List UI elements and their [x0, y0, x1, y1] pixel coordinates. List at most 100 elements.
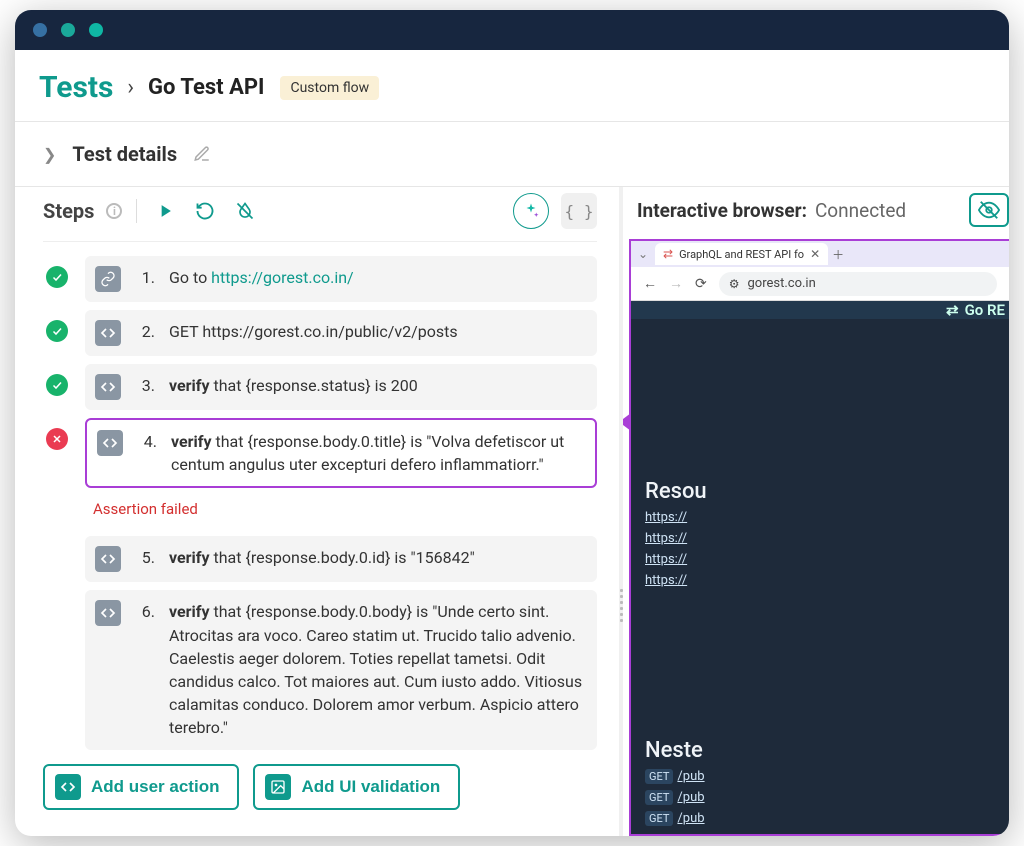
step-actions: Add user action Add UI validation [43, 750, 597, 810]
status-success-icon [46, 374, 68, 396]
status-fail-icon [46, 428, 68, 450]
browser-panel-header: Interactive browser: Connected [629, 187, 1009, 239]
browser-tab[interactable]: ⇄ GraphQL and REST API fo ✕ [655, 243, 828, 265]
droplet-off-icon[interactable] [231, 197, 259, 225]
step-text: Go to https://gorest.co.in/ [169, 266, 583, 289]
site-content: ⇄ Go RE Resou https:// https:// https://… [631, 301, 1009, 834]
resource-link[interactable]: https:// [645, 573, 1009, 588]
image-icon [265, 774, 291, 800]
step-number: 6. [135, 600, 155, 623]
back-icon[interactable]: ← [643, 275, 657, 292]
code-icon [95, 600, 121, 626]
titlebar [15, 10, 1009, 50]
step-number: 5. [135, 546, 155, 569]
button-label: Add user action [91, 777, 219, 797]
chevron-right-icon: ❯ [43, 145, 56, 164]
add-user-action-button[interactable]: Add user action [43, 764, 239, 810]
step-text: verify that {response.body.0.title} is "… [171, 430, 581, 476]
step-text: verify that {response.status} is 200 [169, 374, 583, 397]
favicon-icon: ⇄ [663, 247, 673, 261]
steps-toolbar: Steps i { } [43, 187, 597, 242]
browser-panel-label: Interactive browser: [637, 199, 807, 222]
endpoint-row: GET/pub [645, 811, 1009, 826]
code-icon [95, 320, 121, 346]
step-text: verify that {response.body.0.body} is "U… [169, 600, 583, 739]
step-card[interactable]: 5. verify that {response.body.0.id} is "… [85, 536, 597, 582]
tab-title: GraphQL and REST API fo [679, 248, 804, 261]
step-card[interactable]: 1. Go to https://gorest.co.in/ [85, 256, 597, 302]
site-navbar: ⇄ Go RE [631, 301, 1009, 319]
nested-heading: Neste [645, 738, 1009, 763]
code-braces-button[interactable]: { } [561, 193, 597, 229]
step-number: 1. [135, 266, 155, 289]
step-row: 4. verify that {response.body.0.title} i… [43, 418, 597, 488]
pencil-icon[interactable] [193, 145, 211, 163]
resource-link[interactable]: https:// [645, 552, 1009, 567]
browser-status: Connected [815, 199, 906, 222]
close-tab-icon[interactable]: ✕ [810, 247, 820, 261]
flow-badge: Custom flow [280, 76, 379, 100]
status-success-icon [46, 320, 68, 342]
step-row: 1. Go to https://gorest.co.in/ [43, 256, 597, 302]
ai-sparkle-button[interactable] [513, 193, 549, 229]
visibility-toggle-button[interactable] [969, 193, 1009, 227]
url-link[interactable]: https://gorest.co.in/ [211, 268, 353, 287]
resource-link[interactable]: https:// [645, 531, 1009, 546]
code-icon [55, 774, 81, 800]
site-settings-icon[interactable]: ⚙ [729, 277, 740, 291]
resource-link[interactable]: https:// [645, 510, 1009, 525]
steps-list: 1. Go to https://gorest.co.in/ [43, 242, 597, 750]
step-card[interactable]: 3. verify that {response.status} is 200 [85, 364, 597, 410]
endpoint-row: GET/pub [645, 769, 1009, 784]
browser-tabstrip: ⌄ ⇄ GraphQL and REST API fo ✕ ＋ [631, 241, 1009, 267]
app-window: Tests › Go Test API Custom flow ❯ Test d… [15, 10, 1009, 836]
address-text: gorest.co.in [748, 276, 816, 291]
link-icon [95, 266, 121, 292]
embedded-browser: ⌄ ⇄ GraphQL and REST API fo ✕ ＋ ← → ⟳ ⚙ … [629, 239, 1009, 836]
new-tab-button[interactable]: ＋ [828, 246, 848, 263]
step-row: 3. verify that {response.status} is 200 [43, 364, 597, 410]
button-label: Add UI validation [301, 777, 440, 797]
window-dot-1[interactable] [33, 23, 47, 37]
chevron-right-icon: › [127, 75, 134, 100]
step-card[interactable]: 2. GET https://gorest.co.in/public/v2/po… [85, 310, 597, 356]
add-ui-validation-button[interactable]: Add UI validation [253, 764, 460, 810]
restart-button[interactable] [191, 197, 219, 225]
info-icon[interactable]: i [106, 203, 122, 219]
site-brand: Go RE [965, 301, 1005, 319]
assertion-failed-label: Assertion failed [93, 496, 597, 528]
code-icon [95, 374, 121, 400]
test-details-header[interactable]: ❯ Test details [15, 122, 1009, 186]
swap-icon: ⇄ [946, 301, 959, 319]
play-button[interactable] [151, 197, 179, 225]
status-success-icon [46, 266, 68, 288]
breadcrumb-root[interactable]: Tests [39, 70, 113, 105]
forward-icon[interactable]: → [669, 275, 683, 292]
step-card-selected[interactable]: 4. verify that {response.body.0.title} i… [85, 418, 597, 488]
breadcrumb-current: Go Test API [148, 75, 264, 100]
breadcrumb: Tests › Go Test API Custom flow [15, 50, 1009, 121]
step-text: verify that {response.body.0.id} is "156… [169, 546, 583, 569]
grip-icon [615, 589, 627, 622]
resources-heading: Resou [645, 479, 1009, 504]
split-pane: Steps i { } [15, 187, 1009, 836]
browser-toolbar: ← → ⟳ ⚙ gorest.co.in [631, 267, 1009, 301]
endpoint-row: GET/pub [645, 790, 1009, 805]
steps-label: Steps [43, 199, 94, 223]
steps-panel: Steps i { } [15, 187, 615, 836]
window-dot-3[interactable] [89, 23, 103, 37]
step-row: 6. verify that {response.body.0.body} is… [43, 590, 597, 749]
section-title: Test details [72, 142, 177, 166]
step-card[interactable]: 6. verify that {response.body.0.body} is… [85, 590, 597, 749]
tab-dropdown-icon[interactable]: ⌄ [631, 247, 655, 261]
reload-icon[interactable]: ⟳ [695, 276, 707, 292]
code-icon [97, 430, 123, 456]
step-text: GET https://gorest.co.in/public/v2/posts [169, 320, 583, 343]
step-number: 3. [135, 374, 155, 397]
window-dot-2[interactable] [61, 23, 75, 37]
split-handle[interactable] [615, 187, 629, 836]
step-row: 2. GET https://gorest.co.in/public/v2/po… [43, 310, 597, 356]
step-number: 2. [135, 320, 155, 343]
address-bar[interactable]: ⚙ gorest.co.in [719, 272, 997, 296]
code-icon [95, 546, 121, 572]
